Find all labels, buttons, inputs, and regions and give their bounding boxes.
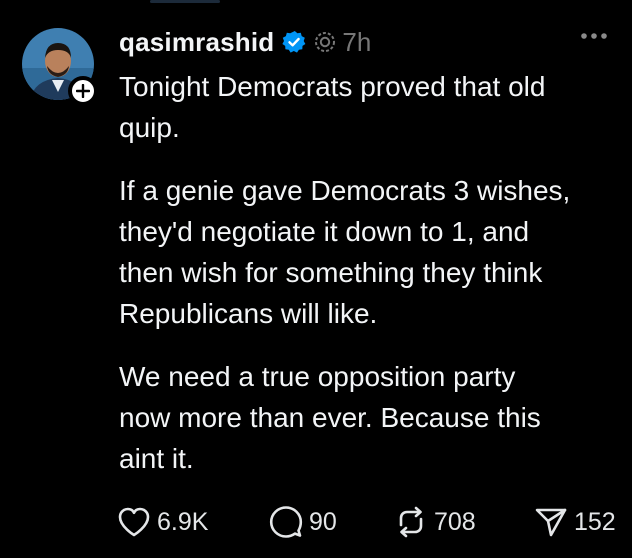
verified-badge-icon [282,30,306,54]
post-paragraph: If a genie gave Democrats 3 wishes, they… [119,175,571,329]
post-paragraph: We need a true opposition party now more… [119,361,541,474]
previous-post-link-fragment [150,0,220,3]
comment-icon [269,506,303,538]
threads-icon [314,31,336,53]
share-count: 152 [574,507,616,536]
repost-icon [399,506,423,538]
post-paragraph: Tonight Democrats proved that old quip. [119,71,546,143]
repost-button[interactable]: 708 [394,506,534,538]
post-body: Tonight Democrats proved that old quip. … [119,66,619,501]
repost-count: 708 [434,507,476,536]
username[interactable]: qasimrashid [119,27,274,58]
like-button[interactable]: 6.9K [117,506,269,538]
share-button[interactable]: 152 [534,506,616,538]
more-options-button[interactable] [580,32,608,40]
send-icon [535,508,567,537]
reply-button[interactable]: 90 [269,505,394,539]
author-avatar-container[interactable] [22,28,98,106]
post-timestamp: 7h [342,26,372,57]
follow-button[interactable] [68,76,98,106]
post-actions-bar: 6.9K 90 708 152 [117,500,627,544]
post-header: qasimrashid 7h [119,24,608,60]
reply-count: 90 [309,507,337,536]
heart-icon [118,507,150,537]
plus-icon [76,84,90,98]
like-count: 6.9K [157,507,209,536]
more-icon [581,33,607,39]
